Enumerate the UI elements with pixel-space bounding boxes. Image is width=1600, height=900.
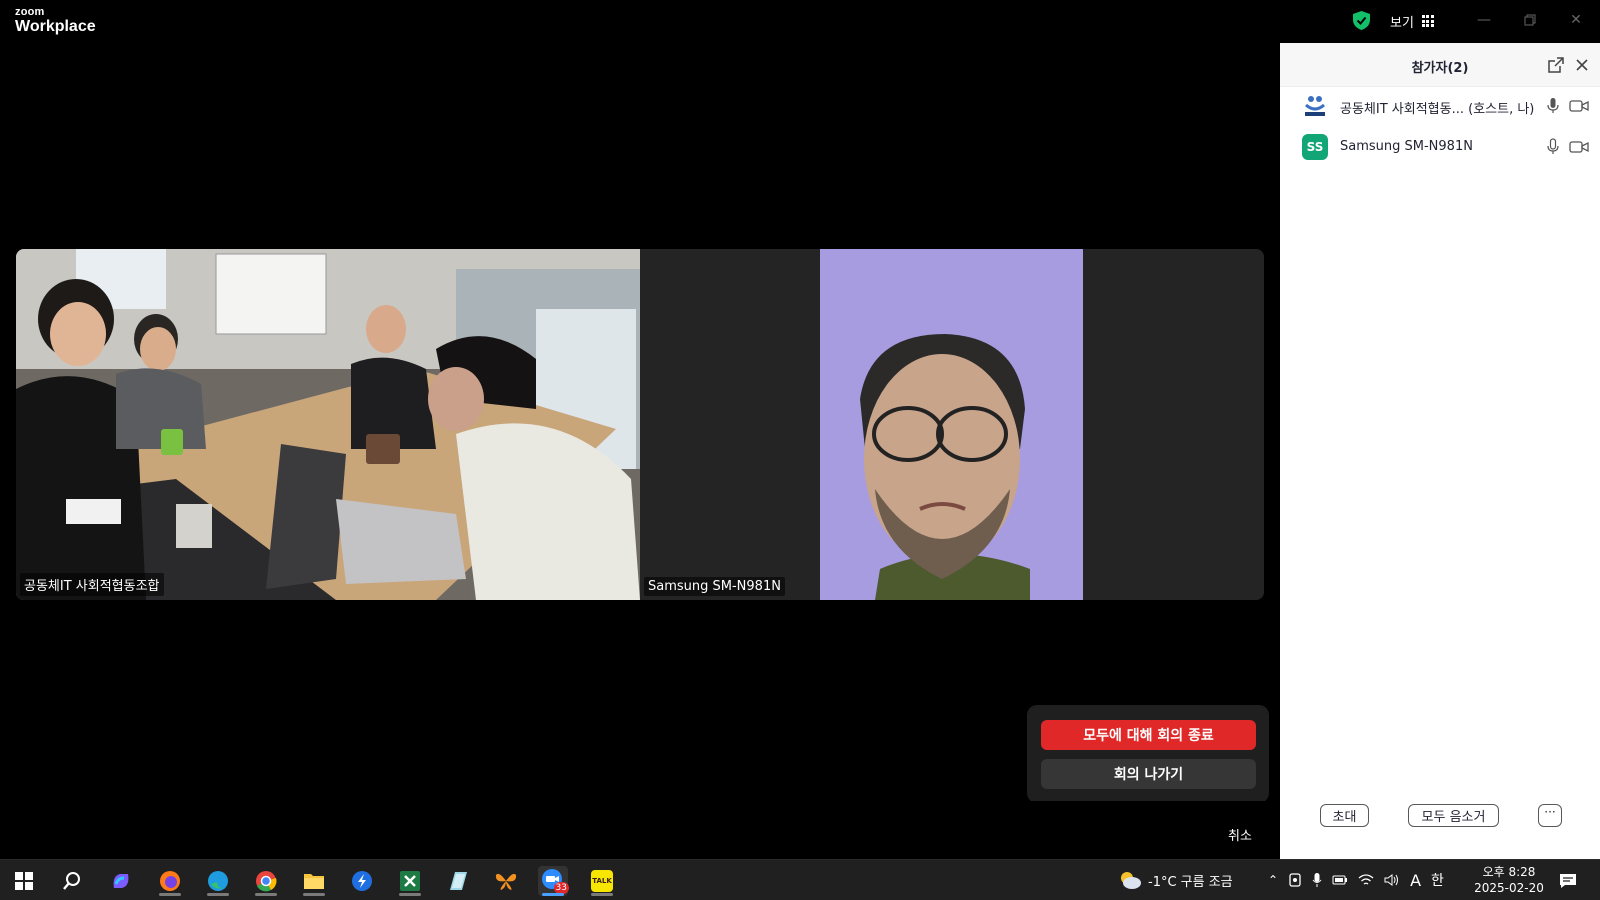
app-blue-icon[interactable] xyxy=(347,866,377,896)
video-tile-samsung[interactable]: Samsung SM-N981N xyxy=(640,249,1264,600)
notifications-icon[interactable] xyxy=(1553,866,1583,896)
security-shield-icon[interactable] xyxy=(1353,11,1370,30)
butterfly-icon[interactable] xyxy=(491,866,521,896)
invite-button[interactable]: 초대 xyxy=(1320,804,1369,827)
restore-icon[interactable] xyxy=(1520,10,1540,30)
logo-line-workplace: Workplace xyxy=(15,18,96,35)
battery-icon[interactable] xyxy=(1332,874,1348,886)
more-options-icon[interactable]: ··· xyxy=(1538,804,1562,827)
participants-panel: 참가자(2) 공동체IT 사회적협동... (호스트, 나) SS Samsun… xyxy=(1280,43,1600,859)
panel-footer: 초대 모두 음소거 ··· xyxy=(1280,804,1600,834)
notes-icon[interactable] xyxy=(443,866,473,896)
chrome-icon[interactable] xyxy=(251,866,281,896)
video-tile-meeting-room[interactable]: 공동체IT 사회적협동조합 xyxy=(16,249,640,600)
grid-icon xyxy=(1421,15,1434,27)
kakaotalk-icon[interactable]: TALK xyxy=(587,866,617,896)
title-bar: zoom Workplace 보기 — ✕ xyxy=(0,0,1600,43)
minimize-icon[interactable]: — xyxy=(1474,10,1494,30)
participant-row[interactable]: SS Samsung SM-N981N xyxy=(1280,127,1600,167)
end-meeting-for-all-button[interactable]: 모두에 대해 회의 종료 xyxy=(1041,720,1256,750)
zoom-icon[interactable]: 33 xyxy=(538,866,569,896)
view-label: 보기 xyxy=(1390,15,1414,31)
kakao-label: TALK xyxy=(591,870,613,892)
tile-name-tag: 공동체IT 사회적협동조합 xyxy=(20,573,164,596)
chevron-up-icon[interactable]: ⌃ xyxy=(1268,873,1278,887)
panel-header: 참가자(2) xyxy=(1280,43,1600,87)
copilot-icon[interactable] xyxy=(106,866,136,896)
taskbar-clock[interactable]: 오후 8:28 2025-02-20 xyxy=(1465,864,1553,896)
clock-time: 오후 8:28 xyxy=(1482,865,1536,879)
volume-icon[interactable] xyxy=(1384,873,1400,887)
tile-name-tag: Samsung SM-N981N xyxy=(644,577,785,596)
wifi-icon[interactable] xyxy=(1358,873,1374,887)
video-stage: 공동체IT 사회적협동조합 Samsung SM-N981N xyxy=(0,43,1280,801)
leave-meeting-popover: 모두에 대해 회의 종료 회의 나가기 xyxy=(1027,705,1269,803)
edge-icon[interactable] xyxy=(203,866,233,896)
file-explorer-icon[interactable] xyxy=(299,866,329,896)
participant-logo-avatar xyxy=(1302,93,1328,119)
system-tray: ⌃ A 한 xyxy=(1268,860,1444,900)
video-camera-icon[interactable] xyxy=(1569,140,1589,154)
excel-icon[interactable] xyxy=(395,866,425,896)
microphone-tray-icon[interactable] xyxy=(1312,872,1322,888)
popout-icon[interactable] xyxy=(1548,57,1564,73)
camera-status-icon[interactable] xyxy=(1288,872,1302,888)
leave-meeting-button[interactable]: 회의 나가기 xyxy=(1041,759,1256,789)
firefox-icon[interactable] xyxy=(155,866,185,896)
close-window-icon[interactable]: ✕ xyxy=(1566,10,1586,30)
participant-name: Samsung SM-N981N xyxy=(1340,139,1473,154)
search-icon[interactable] xyxy=(57,866,87,896)
samsung-video xyxy=(820,249,1083,600)
weather-text: -1°C 구름 조금 xyxy=(1148,874,1233,890)
meeting-room-video xyxy=(16,249,640,600)
weather-widget[interactable]: -1°C 구름 조금 xyxy=(1118,860,1233,900)
zoom-app-window: zoom Workplace 보기 — ✕ 공동체IT 사회적협동조합 Sams… xyxy=(0,0,1600,859)
gallery-view: 공동체IT 사회적협동조합 Samsung SM-N981N xyxy=(16,249,1264,600)
weather-cloud-icon xyxy=(1121,872,1141,889)
zoom-logo: zoom Workplace xyxy=(15,7,96,35)
view-button[interactable]: 보기 xyxy=(1390,10,1434,32)
meeting-toolbar: 취소 xyxy=(0,801,1280,859)
logo-line-zoom: zoom xyxy=(15,6,45,18)
microphone-icon[interactable] xyxy=(1547,138,1559,156)
cancel-button[interactable]: 취소 xyxy=(1228,825,1252,844)
participant-row[interactable]: 공동체IT 사회적협동... (호스트, 나) xyxy=(1280,86,1600,126)
video-camera-icon[interactable] xyxy=(1569,99,1589,113)
microphone-icon[interactable] xyxy=(1547,97,1559,115)
close-icon[interactable] xyxy=(1574,57,1590,73)
windows-taskbar: 33 TALK -1°C 구름 조금 ⌃ A 한 오후 8:28 2025-02… xyxy=(0,859,1600,900)
clock-date: 2025-02-20 xyxy=(1474,881,1544,895)
mute-all-button[interactable]: 모두 음소거 xyxy=(1408,804,1499,827)
participant-name: 공동체IT 사회적협동... (호스트, 나) xyxy=(1340,102,1535,117)
ime-hangul-indicator[interactable]: 한 xyxy=(1431,870,1444,890)
ime-indicator[interactable]: A xyxy=(1410,871,1421,890)
participant-initials-avatar: SS xyxy=(1302,134,1328,160)
start-icon[interactable] xyxy=(9,866,39,896)
